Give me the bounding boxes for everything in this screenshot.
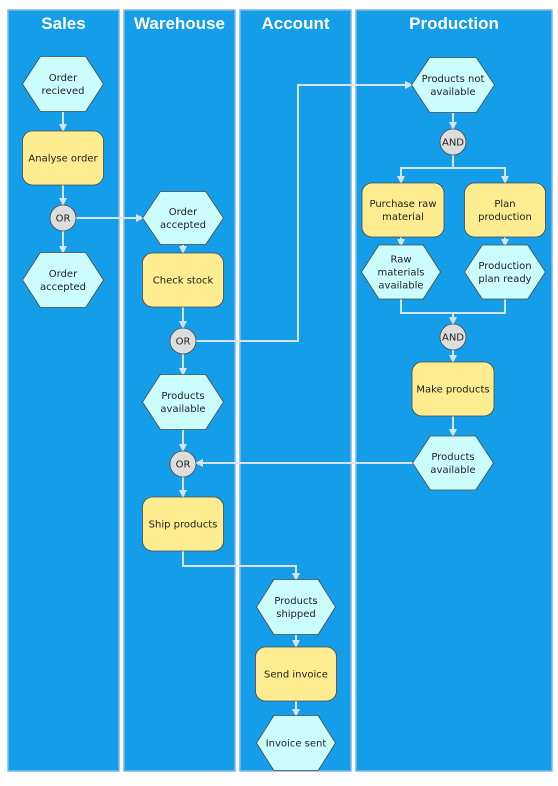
event-hexagon [411,57,495,113]
node-label: Products [431,452,474,463]
event-products-available-warehouse[interactable]: Products available [142,374,224,430]
connector-and-split[interactable]: AND [439,128,467,156]
lane-title: Sales [41,14,85,33]
function-send-invoice[interactable]: Send invoice [255,646,337,702]
function-make-products[interactable]: Make products [411,361,495,417]
connector-or-ship[interactable]: OR [169,450,197,478]
event-hexagon [464,244,546,300]
event-invoice-sent[interactable]: Invoice sent [256,715,336,771]
node-label: Purchase raw [369,199,436,210]
node-label: AND [442,138,464,149]
event-hexagon [22,56,104,112]
event-raw-materials-available[interactable]: Raw materials available [361,244,441,300]
event-order-accepted-sales[interactable]: Order accepted [22,252,104,308]
node-label: materials [378,268,425,279]
node-label: Order [49,73,78,84]
node-label: Invoice sent [266,739,327,750]
function-analyse-order[interactable]: Analyse order [22,130,104,186]
lane-title: Account [262,14,330,33]
node-label: Products [161,391,204,402]
node-label: Check stock [153,276,214,287]
node-label: accepted [160,220,206,231]
lane-title: Production [409,14,499,33]
event-products-available-production[interactable]: Products available [412,435,494,491]
function-ship-products[interactable]: Ship products [142,496,224,552]
node-label: available [430,87,475,98]
node-label: Production [478,261,531,272]
function-purchase-raw-material[interactable]: Purchase raw material [361,182,445,238]
node-label: material [382,212,424,223]
node-label: Products [274,596,317,607]
node-label: OR [176,460,191,471]
node-label: available [430,465,475,476]
node-label: OR [176,337,191,348]
event-products-shipped[interactable]: Products shipped [256,579,336,635]
event-hexagon [256,579,336,635]
lane-title: Warehouse [134,14,225,33]
node-label: AND [442,333,464,344]
node-label: recieved [42,86,85,97]
function-plan-production[interactable]: Plan production [464,182,546,238]
node-label: Send invoice [264,670,328,681]
connector-and-join[interactable]: AND [439,323,467,351]
node-label: Order [169,207,198,218]
node-label: available [378,281,423,292]
node-label: Ship products [149,520,218,531]
function-box [464,182,546,238]
node-label: plan ready [478,274,531,285]
process-diagram: Sales Warehouse Account Production Order rec… [7,9,553,772]
node-label: shipped [276,609,316,620]
event-products-not-available[interactable]: Products not available [411,57,495,113]
node-label: Analyse order [28,154,98,165]
connector-or-stock[interactable]: OR [169,327,197,355]
node-label: Order [49,269,78,280]
function-box [361,182,445,238]
node-label: Products not [422,74,485,85]
node-label: Raw [390,255,411,266]
node-label: Make products [416,385,489,396]
event-hexagon [142,374,224,430]
node-label: OR [56,214,71,225]
node-label: available [160,404,205,415]
event-order-accepted-warehouse[interactable]: Order accepted [142,191,224,245]
event-production-plan-ready[interactable]: Production plan ready [464,244,546,300]
event-hexagon [412,435,494,491]
event-order-recieved[interactable]: Order recieved [22,56,104,112]
event-hexagon [142,191,224,245]
node-label: Plan [494,199,515,210]
function-check-stock[interactable]: Check stock [142,252,224,308]
event-hexagon [22,252,104,308]
node-label: accepted [40,282,86,293]
node-label: production [478,212,532,223]
connector-or-sales[interactable]: OR [49,204,77,232]
